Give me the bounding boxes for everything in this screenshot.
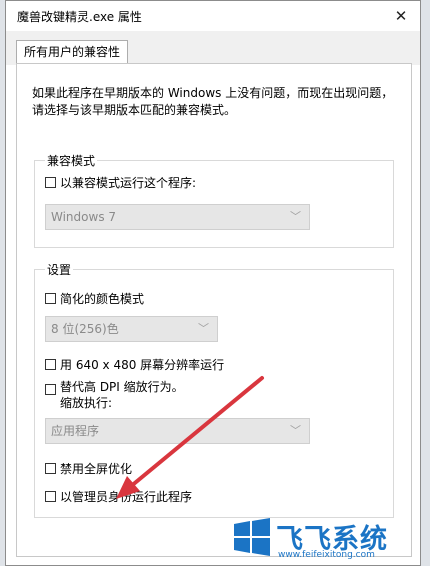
close-icon[interactable]: ✕ <box>388 4 414 28</box>
windows-logo-icon <box>234 518 270 556</box>
resolution-row[interactable]: 用 640 x 480 屏幕分辨率运行 <box>45 356 224 373</box>
dpi-row[interactable]: 替代高 DPI 缩放行为。 缩放执行: <box>45 379 184 411</box>
background-window-edge-right <box>420 0 430 566</box>
tab-all-users-compatibility[interactable]: 所有用户的兼容性 <box>16 40 129 64</box>
run-as-admin-row[interactable]: 以管理员身份运行此程序 <box>45 488 192 505</box>
tab-panel: 如果此程序在早期版本的 Windows 上没有问题，而现在出现问题，请选择与该早… <box>16 63 412 557</box>
settings-legend: 设置 <box>45 261 74 278</box>
compat-mode-checkbox[interactable] <box>45 177 56 188</box>
compat-description: 如果此程序在早期版本的 Windows 上没有问题，而现在出现问题，请选择与该早… <box>32 86 394 117</box>
dpi-label-line2: 缩放执行: <box>60 396 113 410</box>
dpi-scaling-dropdown[interactable]: 应用程序 ﹀ <box>45 418 310 444</box>
fullscreen-opt-checkbox[interactable] <box>45 463 56 474</box>
properties-dialog: 魔兽改键精灵.exe 属性 ✕ 所有用户的兼容性 如果此程序在早期版本的 Win… <box>5 0 421 566</box>
fullscreen-opt-label: 禁用全屏优化 <box>60 462 133 476</box>
compat-mode-legend: 兼容模式 <box>45 152 98 169</box>
reduced-color-label: 简化的颜色模式 <box>60 292 145 306</box>
reduced-color-row[interactable]: 简化的颜色模式 <box>45 290 144 307</box>
watermark: 飞飞系统 www.feifeixitong.com <box>232 517 430 566</box>
window-title: 魔兽改键精灵.exe 属性 <box>17 10 142 24</box>
dpi-label: 替代高 DPI 缩放行为。 缩放执行: <box>60 379 184 411</box>
run-as-admin-label: 以管理员身份运行此程序 <box>60 490 193 504</box>
resolution-checkbox[interactable] <box>45 359 56 370</box>
chevron-down-icon: ﹀ <box>290 210 301 223</box>
dpi-scaling-value: 应用程序 <box>51 424 100 438</box>
compat-mode-row[interactable]: 以兼容模式运行这个程序: <box>45 174 196 191</box>
settings-group: 设置 简化的颜色模式 8 位(256)色 ﹀ 用 640 x 480 屏幕分辨率… <box>34 261 394 518</box>
tab-bar: 所有用户的兼容性 <box>6 31 420 65</box>
run-as-admin-checkbox[interactable] <box>45 491 56 502</box>
title-bar: 魔兽改键精灵.exe 属性 ✕ <box>6 1 420 31</box>
dpi-label-line1: 替代高 DPI 缩放行为。 <box>60 380 184 394</box>
color-depth-dropdown[interactable]: 8 位(256)色 ﹀ <box>45 316 218 342</box>
fullscreen-opt-row[interactable]: 禁用全屏优化 <box>45 460 132 477</box>
chevron-down-icon: ﹀ <box>198 322 209 335</box>
compat-mode-group: 兼容模式 以兼容模式运行这个程序: Windows 7 ﹀ <box>34 152 394 248</box>
resolution-label: 用 640 x 480 屏幕分辨率运行 <box>60 358 225 372</box>
compat-os-value: Windows 7 <box>51 210 117 224</box>
color-depth-value: 8 位(256)色 <box>51 322 119 336</box>
dpi-checkbox[interactable] <box>45 384 56 395</box>
watermark-url: www.feifeixitong.com <box>278 550 375 560</box>
compat-os-dropdown[interactable]: Windows 7 ﹀ <box>45 204 310 230</box>
compat-mode-label: 以兼容模式运行这个程序: <box>60 176 197 190</box>
chevron-down-icon: ﹀ <box>290 424 301 437</box>
reduced-color-checkbox[interactable] <box>45 293 56 304</box>
